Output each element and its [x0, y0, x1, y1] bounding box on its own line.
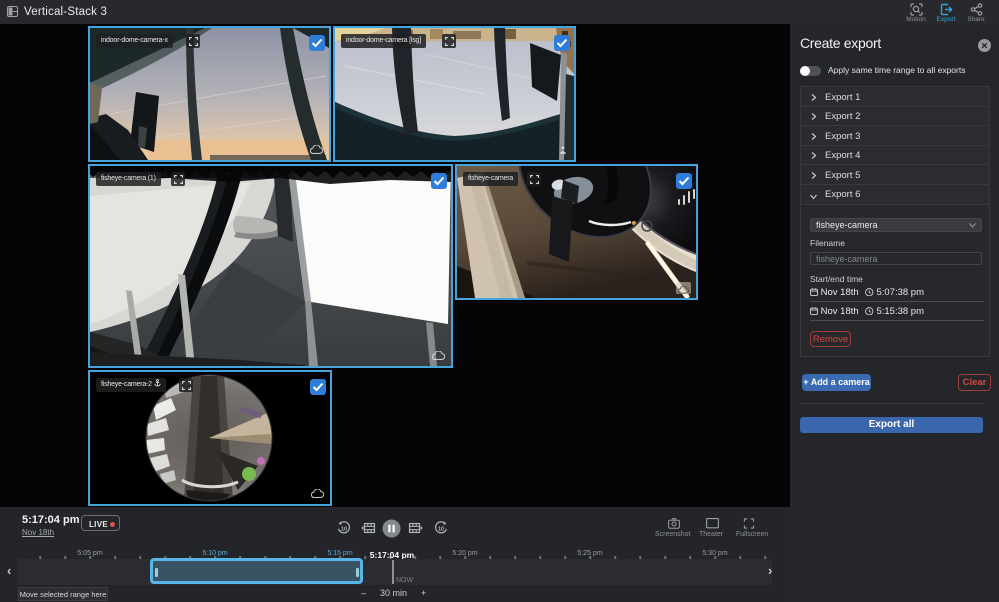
svg-text:10: 10 [341, 526, 347, 532]
svg-text:10: 10 [438, 526, 444, 532]
